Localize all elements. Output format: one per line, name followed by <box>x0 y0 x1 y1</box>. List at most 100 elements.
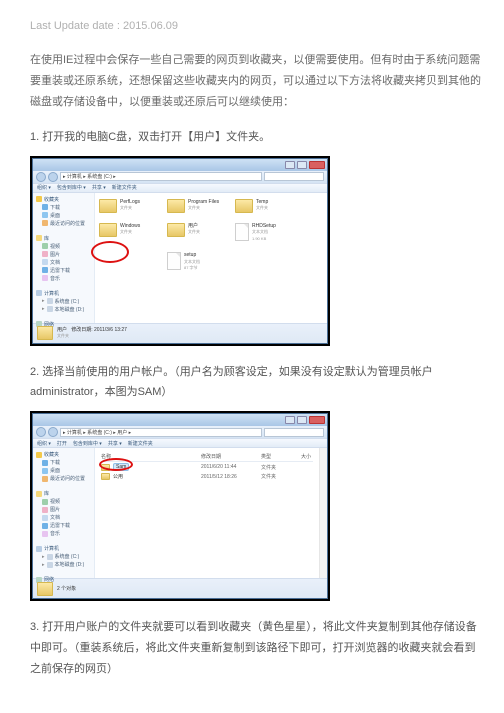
screenshot-1: ▸ 计算机 ▸ 系统盘 (C:) ▸ 组织 ▾ 包含到库中 ▾ 共享 ▾ 新建文… <box>30 156 330 346</box>
explorer-window-2: ▸ 计算机 ▸ 系统盘 (C:) ▸ 用户 ▸ 组织 ▾ 打开 包含到库中 ▾ … <box>32 413 328 599</box>
col-type[interactable]: 类型 <box>261 453 301 460</box>
window-titlebar <box>33 414 327 426</box>
desktop-icon <box>42 212 48 218</box>
toolbar: 组织 ▾ 打开 包含到库中 ▾ 共享 ▾ 新建文件夹 <box>33 438 327 448</box>
status-name: 用户 <box>57 327 67 333</box>
toolbar: 组织 ▾ 包含到库中 ▾ 共享 ▾ 新建文件夹 <box>33 183 327 193</box>
minimize-button[interactable] <box>285 161 295 169</box>
folder-programfiles[interactable]: Program Files文件夹 <box>167 199 227 213</box>
minimize-button[interactable] <box>285 416 295 424</box>
sidebar-computer[interactable]: 计算机 <box>44 545 59 552</box>
sidebar: 收藏夹 下载 桌面 最近访问的位置 库 视频 图片 文档 迅雷下载 音乐 计算机… <box>33 448 95 578</box>
downloads-icon <box>42 204 48 210</box>
folder-icon <box>235 199 253 213</box>
sidebar-library[interactable]: 库 <box>44 490 49 497</box>
folder-icon <box>99 199 117 213</box>
sidebar-recent[interactable]: 最近访问的位置 <box>50 220 85 227</box>
music-icon <box>42 531 48 537</box>
step-2-label: 2. 选择当前使用的用户帐户。（用户名为顾客设定，如果没有设定默认为管理员帐户a… <box>30 362 484 404</box>
sidebar-desktop[interactable]: 桌面 <box>50 467 60 474</box>
sidebar-documents[interactable]: 文档 <box>50 259 60 266</box>
screenshot-2: ▸ 计算机 ▸ 系统盘 (C:) ▸ 用户 ▸ 组织 ▾ 打开 包含到库中 ▾ … <box>30 411 330 601</box>
toolbar-include[interactable]: 包含到库中 ▾ <box>73 440 102 447</box>
toolbar-share[interactable]: 共享 ▾ <box>92 184 106 191</box>
disk-d-icon <box>47 562 53 568</box>
sidebar-video[interactable]: 视频 <box>50 498 60 505</box>
window-titlebar <box>33 159 327 171</box>
nav-row: ▸ 计算机 ▸ 系统盘 (C:) ▸ 用户 ▸ <box>33 426 327 438</box>
maximize-button[interactable] <box>297 161 307 169</box>
sidebar-disk-c[interactable]: 系统盘 (C:) <box>55 553 80 560</box>
sidebar-computer[interactable]: 计算机 <box>44 290 59 297</box>
sidebar-video[interactable]: 视频 <box>50 243 60 250</box>
file-setup[interactable]: setup文本文档87 字节 <box>167 252 227 272</box>
breadcrumb[interactable]: ▸ 计算机 ▸ 系统盘 (C:) ▸ <box>60 172 262 181</box>
close-button[interactable] <box>309 161 325 169</box>
sidebar-library[interactable]: 库 <box>44 235 49 242</box>
sidebar-disk-d[interactable]: 本地磁盘 (D:) <box>55 561 85 568</box>
content-pane: PerfLogs文件夹 Program Files文件夹 Temp文件夹 Win… <box>95 193 327 323</box>
scrollbar[interactable] <box>319 448 327 578</box>
sidebar-downloads[interactable]: 下载 <box>50 459 60 466</box>
sidebar-disk-c[interactable]: 系统盘 (C:) <box>55 298 80 305</box>
sidebar-desktop[interactable]: 桌面 <box>50 212 60 219</box>
search-input[interactable] <box>264 428 324 437</box>
folder-users[interactable]: 用户文件夹 <box>167 223 227 243</box>
intro-paragraph: 在使用IE过程中会保存一些自己需要的网页到收藏夹，以便需要使用。但有时由于系统问… <box>30 50 484 113</box>
folder-windows[interactable]: Windows文件夹 <box>99 223 159 243</box>
col-size[interactable]: 大小 <box>301 453 311 460</box>
toolbar-open[interactable]: 打开 <box>57 440 67 447</box>
file-rhdsetup[interactable]: RHDSetup文本文档1.90 KB <box>235 223 295 243</box>
sidebar-downloads[interactable]: 下载 <box>50 204 60 211</box>
music-icon <box>42 275 48 281</box>
step-1-label: 1. 打开我的电脑C盘，双击打开【用户】文件夹。 <box>30 127 484 148</box>
sidebar-favorites[interactable]: 收藏夹 <box>44 196 59 203</box>
computer-icon <box>36 290 42 296</box>
forward-button[interactable] <box>48 427 58 437</box>
back-button[interactable] <box>36 427 46 437</box>
sidebar: 收藏夹 下载 桌面 最近访问的位置 库 视频 图片 文档 迅雷下载 音乐 计算机… <box>33 193 95 323</box>
status-date: 修改日期: 2011/3/6 13:27 <box>71 327 127 333</box>
breadcrumb[interactable]: ▸ 计算机 ▸ 系统盘 (C:) ▸ 用户 ▸ <box>60 428 262 437</box>
desktop-icon <box>42 468 48 474</box>
status-count: 2 个对象 <box>57 586 76 593</box>
sidebar-pictures[interactable]: 图片 <box>50 506 60 513</box>
sidebar-music[interactable]: 音乐 <box>50 530 60 537</box>
col-date[interactable]: 修改日期 <box>201 453 261 460</box>
library-icon <box>36 491 42 497</box>
toolbar-newfolder[interactable]: 新建文件夹 <box>128 440 153 447</box>
toolbar-include[interactable]: 包含到库中 ▾ <box>57 184 86 191</box>
toolbar-share[interactable]: 共享 ▾ <box>108 440 122 447</box>
sidebar-disk-d[interactable]: 本地磁盘 (D:) <box>55 306 85 313</box>
documents-icon <box>42 515 48 521</box>
sidebar-xunlei[interactable]: 迅雷下载 <box>50 522 70 529</box>
toolbar-organize[interactable]: 组织 ▾ <box>37 440 51 447</box>
sidebar-documents[interactable]: 文档 <box>50 514 60 521</box>
toolbar-organize[interactable]: 组织 ▾ <box>37 184 51 191</box>
row-date: 2011/5/12 18:26 <box>201 474 261 480</box>
sidebar-pictures[interactable]: 图片 <box>50 251 60 258</box>
folder-perflogs[interactable]: PerfLogs文件夹 <box>99 199 159 213</box>
folder-temp[interactable]: Temp文件夹 <box>235 199 295 213</box>
favorites-icon <box>36 452 42 458</box>
close-button[interactable] <box>309 416 325 424</box>
sidebar-favorites[interactable]: 收藏夹 <box>44 451 59 458</box>
sidebar-xunlei[interactable]: 迅雷下载 <box>50 267 70 274</box>
library-icon <box>36 235 42 241</box>
status-folder-icon <box>37 326 53 340</box>
favorites-icon <box>36 196 42 202</box>
sidebar-music[interactable]: 音乐 <box>50 275 60 282</box>
forward-button[interactable] <box>48 172 58 182</box>
row-type: 文件夹 <box>261 473 301 480</box>
maximize-button[interactable] <box>297 416 307 424</box>
sidebar-recent[interactable]: 最近访问的位置 <box>50 475 85 482</box>
table-row-public[interactable]: 公用 2011/5/12 18:26 文件夹 <box>101 472 313 481</box>
toolbar-newfolder[interactable]: 新建文件夹 <box>112 184 137 191</box>
row-type: 文件夹 <box>261 464 301 471</box>
back-button[interactable] <box>36 172 46 182</box>
file-icon <box>235 223 249 241</box>
file-icon <box>167 252 181 270</box>
highlight-ring-users <box>91 241 129 263</box>
search-input[interactable] <box>264 172 324 181</box>
content-pane: 名称 修改日期 类型 大小 Sam 2011/6/20 11:44 文件夹 公用… <box>95 448 319 578</box>
